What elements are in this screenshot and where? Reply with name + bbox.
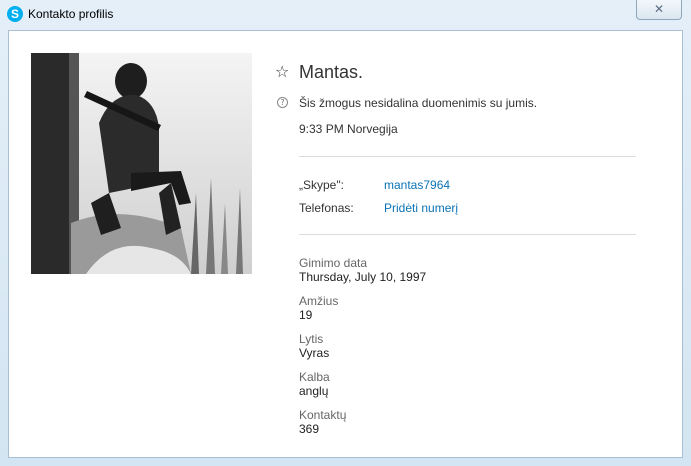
window-title: Kontakto profilis <box>28 7 114 21</box>
age-value: 19 <box>299 308 313 322</box>
contact-name: Mantas. <box>299 62 364 82</box>
birthdate-value: Thursday, July 10, 1997 <box>299 270 427 284</box>
language-value: anglų <box>299 384 329 398</box>
profile-photo <box>31 53 252 274</box>
local-time: 9:33 PM Norvegija <box>299 122 398 136</box>
privacy-notice: Šis žmogus nesidalina duomenimis su jumi… <box>299 96 538 110</box>
close-button[interactable]: ✕ <box>636 0 682 20</box>
skype-logo-icon: S <box>7 6 23 22</box>
age-label: Amžius <box>299 294 339 308</box>
profile-panel: ☆ Mantas. ? Šis žmogus nesidalina duomen… <box>8 30 683 458</box>
phone-label: Telefonas: <box>299 201 354 215</box>
gender-label: Lytis <box>299 332 324 346</box>
contacts-count: 369 <box>299 422 320 436</box>
add-phone-link[interactable]: Pridėti numerį <box>384 201 458 215</box>
window-bottom-border <box>0 458 691 466</box>
language-label: Kalba <box>299 370 330 384</box>
skype-name-link[interactable]: mantas7964 <box>384 178 450 192</box>
info-icon: ? <box>277 97 288 108</box>
gender-value: Vyras <box>299 346 330 360</box>
contacts-label: Kontaktų <box>299 408 347 422</box>
birthdate-label: Gimimo data <box>299 256 368 270</box>
skype-label: „Skype": <box>299 178 344 192</box>
divider <box>299 156 636 157</box>
title-bar: S Kontakto profilis ✕ <box>0 0 691 30</box>
profile-window: S Kontakto profilis ✕ ☆ Mantas. ? Šis žm… <box>0 0 691 466</box>
favorite-star-icon[interactable]: ☆ <box>275 62 289 81</box>
divider <box>299 234 636 235</box>
